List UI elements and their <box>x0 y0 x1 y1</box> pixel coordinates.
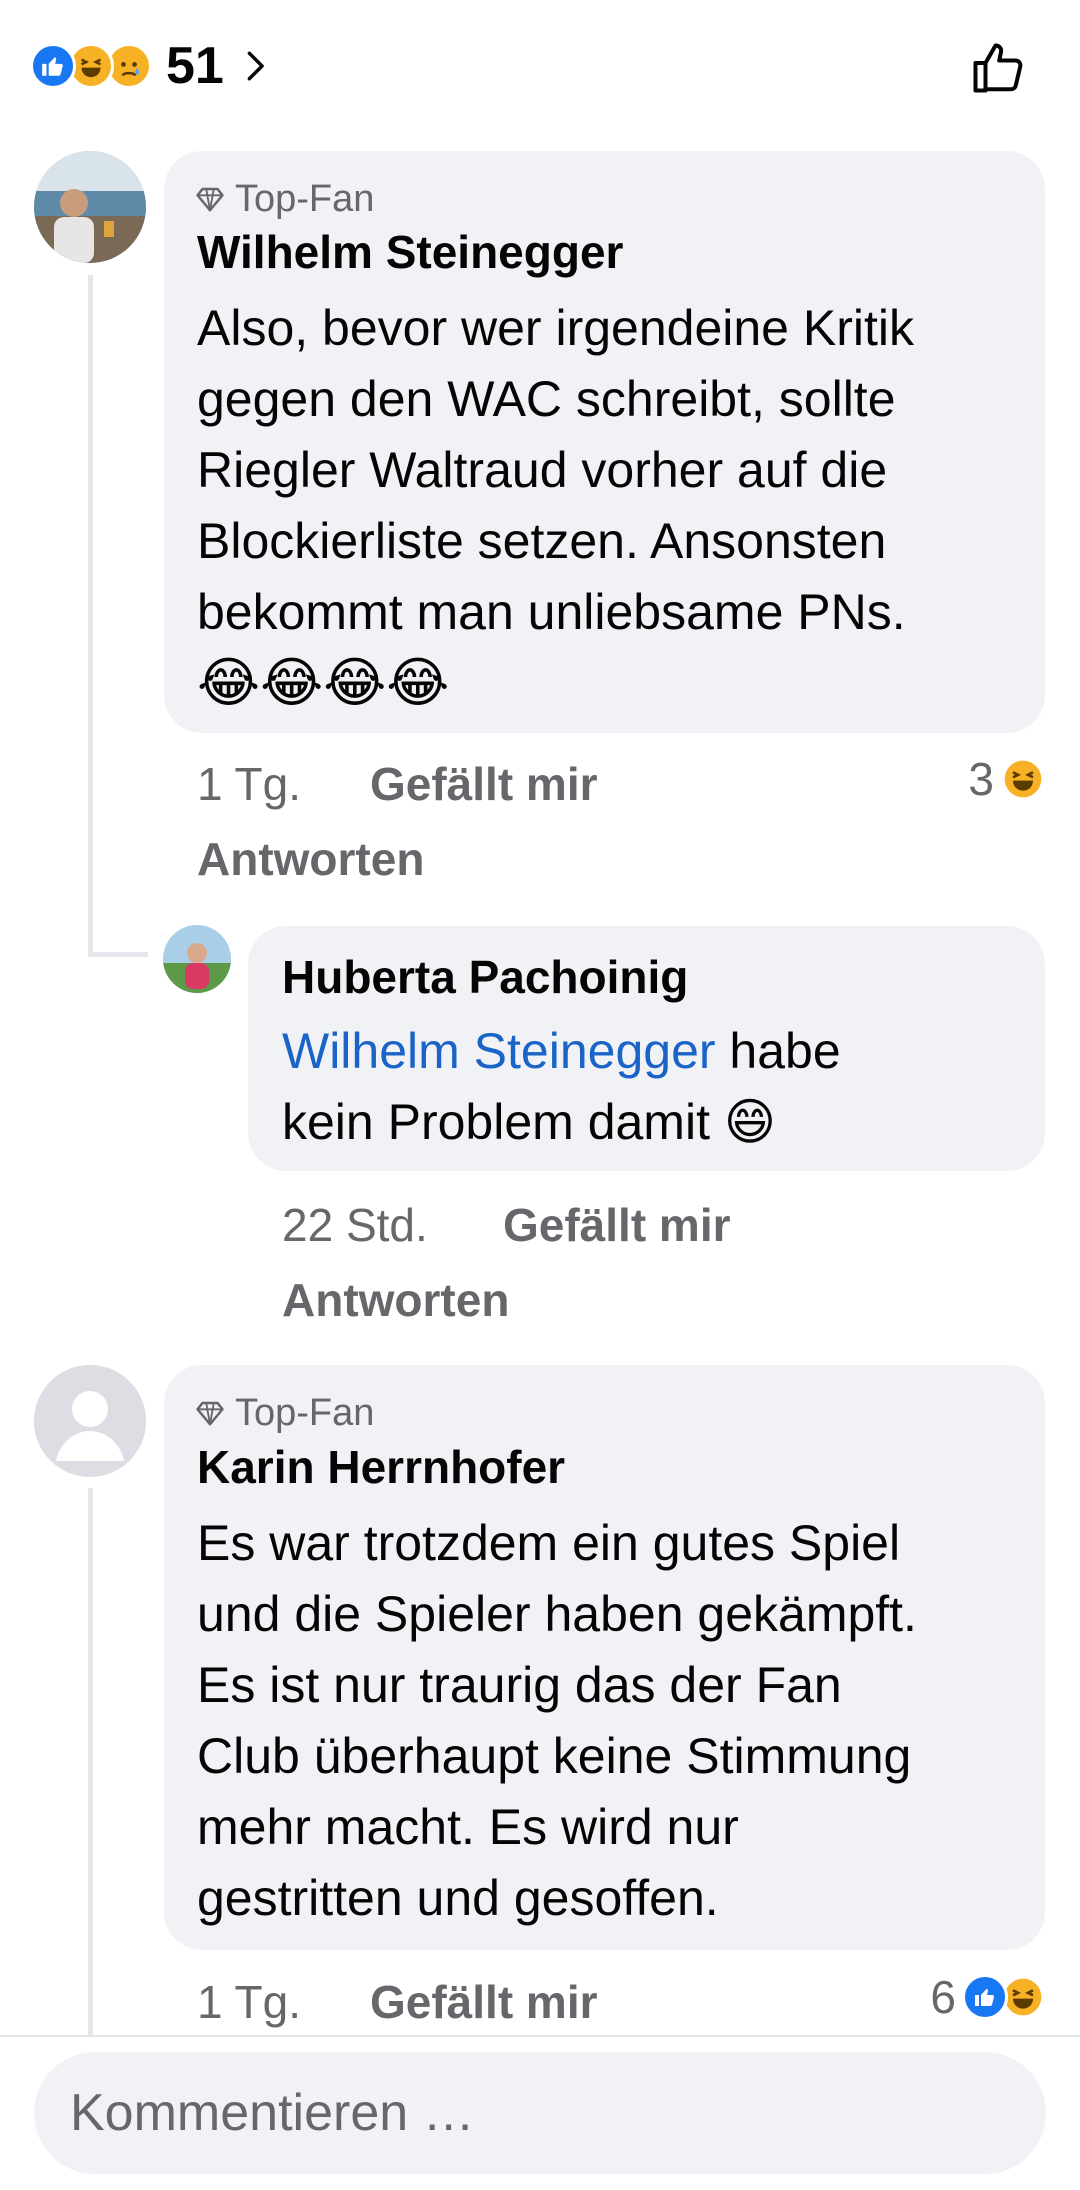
comment-time: 1 Tg. <box>197 758 301 810</box>
like-reply-button[interactable]: Gefällt mir <box>503 1198 731 1252</box>
diamond-icon <box>196 187 224 212</box>
reply-text: Wilhelm Steinegger habe kein Problem dam… <box>282 1016 841 1158</box>
reaction-count: 6 <box>930 1971 956 2023</box>
comment-time: 1 Tg. <box>197 1976 301 2028</box>
comment-author[interactable]: Karin Herrnhofer <box>197 1440 565 1494</box>
badge-label: Top-Fan <box>235 177 375 220</box>
reply-text-segment: habe <box>715 1023 841 1079</box>
reactions-header: 51 <box>0 0 1080 135</box>
comment-line: und die Spieler haben gekämpft. <box>197 1586 917 1642</box>
reply-line: Wilhelm Steinegger habe <box>282 1016 841 1087</box>
like-reaction-icon <box>962 1974 1008 2020</box>
comment-line: Es ist nur traurig das der Fan <box>197 1657 842 1713</box>
avatar-default[interactable] <box>34 1365 146 1477</box>
comment-input[interactable]: Kommentieren … <box>34 2052 1046 2174</box>
like-reaction-icon <box>30 43 76 89</box>
haha-reaction-icon <box>1000 756 1046 802</box>
like-comment-button[interactable]: Gefällt mir <box>370 757 598 811</box>
avatar-huberta[interactable] <box>163 925 231 993</box>
thread-line-2 <box>88 1488 93 2035</box>
diamond-icon <box>196 1401 224 1426</box>
chevron-right-icon <box>247 51 264 81</box>
comment-line: Blockierliste setzen. Ansonsten <box>197 513 887 569</box>
comment-author[interactable]: Wilhelm Steinegger <box>197 225 623 279</box>
avatar-wilhelm[interactable] <box>34 151 146 263</box>
like-comment-button[interactable]: Gefällt mir <box>370 1975 598 2029</box>
reactions-summary[interactable]: 51 <box>30 37 272 95</box>
badge-label: Top-Fan <box>235 1391 375 1434</box>
comment-line: Es war trotzdem ein gutes Spiel <box>197 1515 901 1571</box>
like-post-icon[interactable] <box>968 38 1028 98</box>
comment-reactions[interactable]: 3 <box>968 752 1046 806</box>
comment-text: Es war trotzdem ein gutes Spiel und die … <box>197 1508 917 1934</box>
reply-button[interactable]: Antworten <box>197 832 424 886</box>
comment-text: Also, bevor wer irgendeine Kritik gegen … <box>197 293 914 719</box>
comment-reactions[interactable]: 6 <box>930 1970 1046 2024</box>
reply-line: kein Problem damit 😄 <box>282 1094 776 1150</box>
comment-emoji-line: 😂😂😂😂 <box>197 653 450 713</box>
comment-line: bekommt man unliebsame PNs. <box>197 584 906 640</box>
comment-line: gegen den WAC schreibt, sollte <box>197 371 896 427</box>
comment-line: gestritten und gesoffen. <box>197 1870 719 1926</box>
comment-line: Club überhaupt keine Stimmung <box>197 1728 912 1784</box>
thread-line <box>88 275 93 957</box>
reaction-count: 51 <box>166 37 224 95</box>
reaction-count: 3 <box>968 753 994 805</box>
comment-line: mehr macht. Es wird nur <box>197 1799 739 1855</box>
thread-connector <box>88 952 148 957</box>
top-fan-badge: Top-Fan <box>195 174 374 224</box>
comment-line: Riegler Waltraud vorher auf die <box>197 442 888 498</box>
reply-button[interactable]: Antworten <box>282 1273 509 1327</box>
reply-time: 22 Std. <box>282 1199 428 1251</box>
top-fan-badge: Top-Fan <box>195 1388 374 1438</box>
comment-line: Also, bevor wer irgendeine Kritik <box>197 300 914 356</box>
mention-link[interactable]: Wilhelm Steinegger <box>282 1023 716 1079</box>
reply-author[interactable]: Huberta Pachoinig <box>282 950 688 1004</box>
